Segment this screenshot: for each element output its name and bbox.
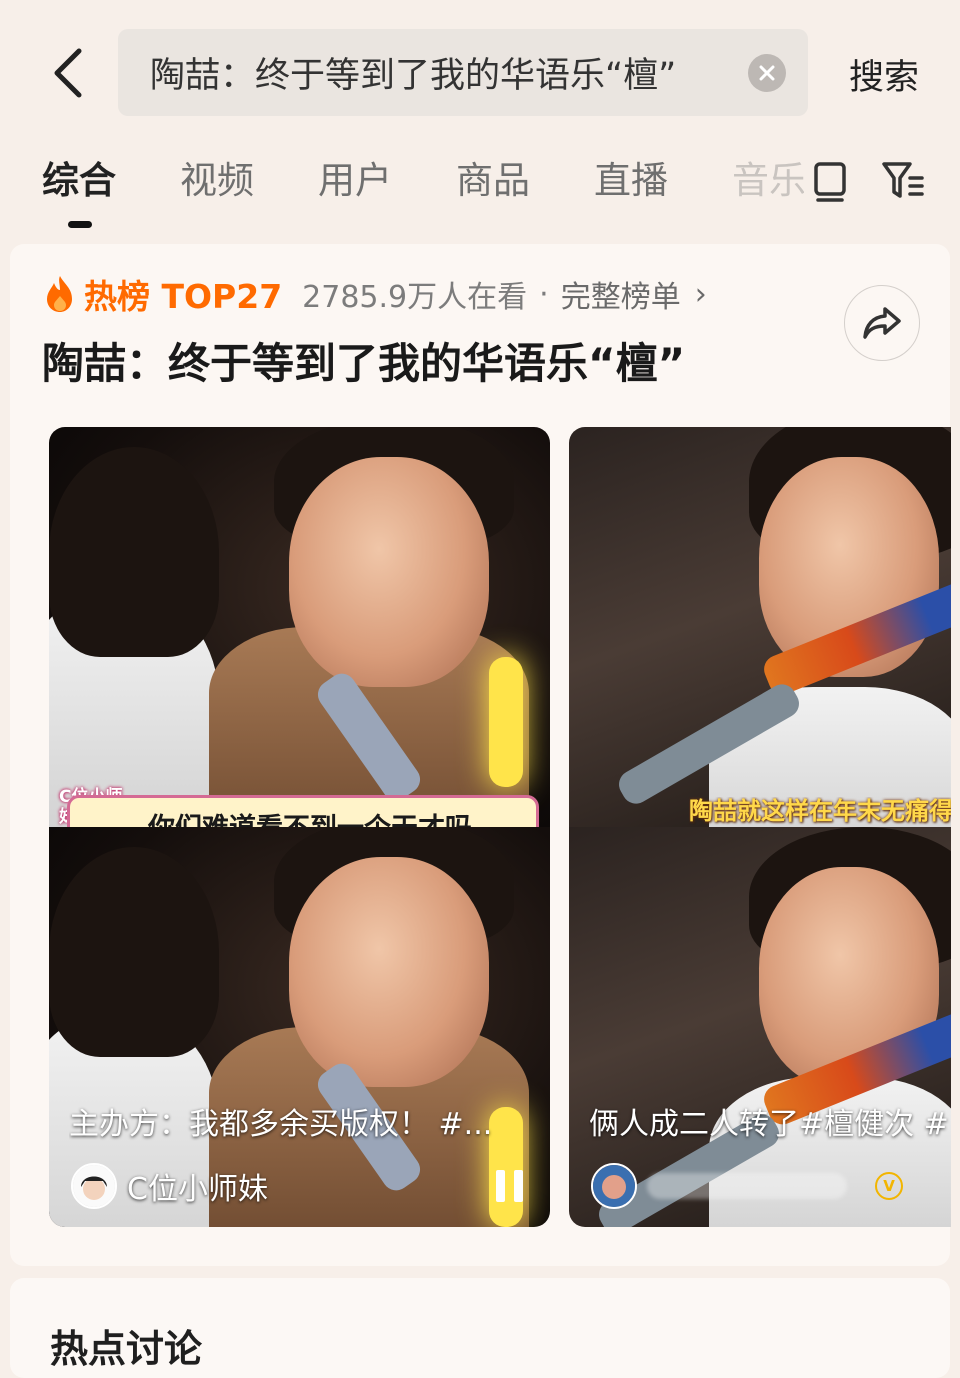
video-card[interactable]: C位小师妹 你们难道看不到一个天才吗 主办方：我都多余买版权！ #... C位小… [49,427,550,1227]
viewer-count: 2785.9万人在看 [302,280,528,315]
chevron-right-icon: › [694,276,707,312]
back-button[interactable] [40,40,96,106]
verified-badge-icon: V [875,1172,903,1200]
filter-icon [882,162,924,198]
clear-icon [759,65,775,81]
search-query-text: 陶喆：终于等到了我的华语乐“檀” [150,56,677,96]
search-button[interactable]: 搜索 [836,46,932,102]
hot-topic-title[interactable]: 陶喆：终于等到了我的华语乐“檀” [42,330,685,391]
video-thumbnail-top: C位小师妹 [49,427,550,827]
video-title: 主办方：我都多余买版权！ #... [69,1107,493,1142]
avatar [591,1163,637,1209]
video-author[interactable]: V [591,1162,903,1210]
tab-products[interactable]: 商品 [456,150,594,220]
pause-icon[interactable] [496,1170,526,1202]
video-title: 俩人成二人转了#檀健次 # [589,1107,949,1142]
layout-toggle-icon [814,162,846,202]
tab-video[interactable]: 视频 [180,150,318,220]
video-author[interactable]: C位小师妹 [71,1162,268,1210]
layout-toggle-button[interactable] [808,158,858,204]
search-input[interactable]: 陶喆：终于等到了我的华语乐“檀” [118,29,808,116]
share-button[interactable] [844,285,920,361]
tab-comprehensive[interactable]: 综合 [42,150,180,220]
filter-button[interactable] [880,158,930,204]
hot-list-row: 热榜 TOP27 2785.9万人在看 · 完整榜单 › [42,272,707,316]
section-title: 热点讨论 [50,1327,203,1371]
clear-search-button[interactable] [748,54,786,92]
author-name-blurred [647,1173,847,1199]
full-list-link[interactable]: 完整榜单 [561,272,681,316]
author-name: C位小师妹 [127,1172,268,1207]
result-tabs: 综合 视频 用户 商品 直播 音乐 [42,150,804,220]
video-thumbnail-top: 陶喆就这样在年末无痛得到了一个关门大弟子 [569,427,951,827]
fire-icon [47,276,72,312]
hot-rank-label: 热榜 TOP27 [84,277,283,316]
tab-users[interactable]: 用户 [318,150,456,220]
video-caption: 陶喆就这样在年末无痛得到了一个关门大弟子 [689,797,951,825]
chevron-left-icon [54,48,82,98]
separator-dot: · [539,276,549,312]
tab-live[interactable]: 直播 [594,150,732,220]
video-card[interactable]: 陶喆就这样在年末无痛得到了一个关门大弟子 俩人成二人转了#檀健次 # V [569,427,951,1227]
avatar [71,1163,117,1209]
share-icon [863,307,901,339]
tab-music[interactable]: 音乐 [732,150,804,220]
active-tab-indicator [68,221,92,228]
